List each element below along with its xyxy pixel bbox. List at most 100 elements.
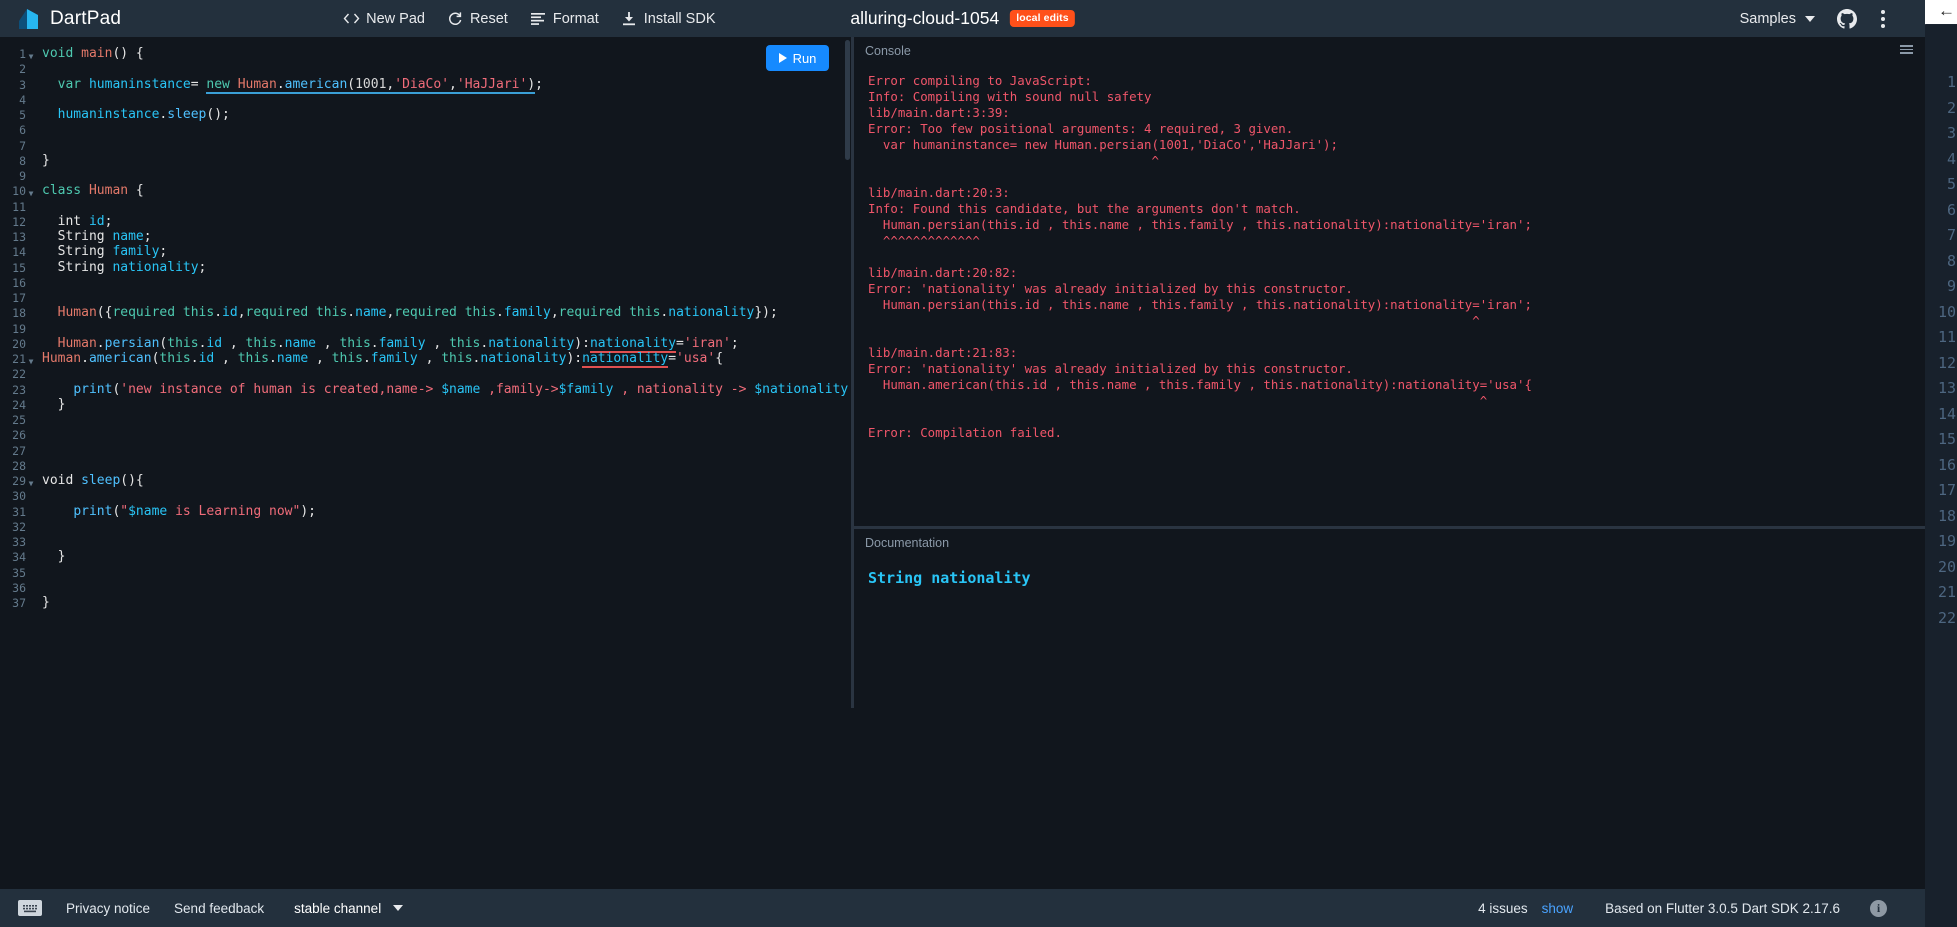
privacy-notice-link[interactable]: Privacy notice <box>66 901 150 916</box>
line-number: 28 <box>12 458 26 473</box>
code-text: String family; <box>42 244 168 260</box>
github-icon[interactable] <box>1837 8 1857 29</box>
code-line[interactable]: 16 <box>0 275 851 290</box>
line-number: 25 <box>12 413 26 427</box>
line-number: 29 <box>12 474 26 488</box>
code-line[interactable]: 29 ▼ void sleep(){ <box>0 473 851 488</box>
line-number: 37 <box>12 596 26 610</box>
code-line[interactable]: 34 } <box>0 549 851 564</box>
code-line[interactable]: 25 <box>0 412 851 427</box>
code-text: class Human { <box>42 183 144 199</box>
run-button[interactable]: Run <box>766 45 829 71</box>
code-line[interactable]: 4 <box>0 92 851 107</box>
show-issues-link[interactable]: show <box>1542 901 1574 916</box>
code-line[interactable]: 22 <box>0 366 851 381</box>
code-line[interactable]: 30 <box>0 488 851 503</box>
code-line[interactable]: 27 <box>0 443 851 458</box>
back-arrow-icon[interactable]: ← <box>1938 2 1955 19</box>
dart-logo-icon <box>18 7 40 31</box>
line-number: 19 <box>12 321 26 336</box>
keyboard-icon[interactable] <box>18 900 42 916</box>
line-number: 3 <box>19 77 26 92</box>
code-line[interactable]: 17 <box>0 290 851 305</box>
overlay-line-number: 6 <box>1946 200 1956 219</box>
code-line[interactable]: 28 <box>0 458 851 473</box>
code-line[interactable]: 18 Human({required this.id,required this… <box>0 305 851 320</box>
code-line[interactable]: 12 int id; <box>0 214 851 229</box>
overlay-line-number: 19 <box>1937 532 1956 550</box>
new-pad-button[interactable]: New Pad <box>343 10 425 27</box>
code-line[interactable]: 21 ▼ Human.american(this.id , this.name , … <box>0 351 851 368</box>
code-editor[interactable]: 1 ▼ void main() {2 3 var humaninstance= new… <box>0 37 851 708</box>
code-line[interactable]: 26 <box>0 427 851 442</box>
code-line[interactable]: 3 var humaninstance= new Human.american(… <box>0 76 851 94</box>
console-header: Console <box>854 37 1925 65</box>
format-button[interactable]: Format <box>530 10 599 27</box>
code-line[interactable]: 31 print("$name is Learning now"); <box>0 504 851 519</box>
code-line[interactable]: 23 print('new instance of human is creat… <box>0 382 851 397</box>
pad-title-area: alluring-cloud-1054 local edits <box>850 8 1075 29</box>
code-line[interactable]: 10 ▼ class Human { <box>0 183 851 198</box>
code-line[interactable]: 5 humaninstance.sleep(); <box>0 107 851 122</box>
samples-dropdown[interactable]: Samples <box>1740 11 1815 27</box>
line-number: 5 <box>19 108 26 122</box>
install-sdk-button[interactable]: Install SDK <box>621 10 716 27</box>
code-line[interactable]: 14 String family; <box>0 244 851 259</box>
code-line[interactable]: 19 <box>0 321 851 336</box>
code-text: String name; <box>42 229 152 244</box>
code-line[interactable]: 2 <box>0 61 851 76</box>
code-line[interactable]: 9 <box>0 168 851 183</box>
send-feedback-link[interactable]: Send feedback <box>174 901 264 916</box>
editor-scrollbar[interactable] <box>845 40 850 160</box>
code-line[interactable]: 35 <box>0 565 851 580</box>
reset-button[interactable]: Reset <box>447 10 508 27</box>
header-right: Samples <box>1740 8 1887 30</box>
fold-arrow-icon[interactable]: ▼ <box>26 46 36 61</box>
overlay-line-number: 5 <box>1946 175 1956 193</box>
code-line[interactable]: 32 <box>0 519 851 534</box>
code-line[interactable]: 7 <box>0 138 851 153</box>
channel-dropdown[interactable]: stable channel <box>294 901 404 916</box>
code-line[interactable]: 33 <box>0 534 851 549</box>
code-line[interactable]: 20 Human.persian(this.id , this.name , t… <box>0 335 851 353</box>
code-line[interactable]: 1 ▼ void main() { <box>0 46 851 61</box>
code-lines[interactable]: 1 ▼ void main() {2 3 var humaninstance= new… <box>0 37 851 610</box>
code-line[interactable]: 24 } <box>0 397 851 412</box>
brand: DartPad <box>18 7 121 31</box>
code-line[interactable]: 36 <box>0 580 851 595</box>
code-line[interactable]: 6 <box>0 122 851 137</box>
fold-arrow-icon[interactable]: ▼ <box>26 183 36 198</box>
line-number: 8 <box>19 153 26 168</box>
code-line[interactable]: 11 <box>0 199 851 214</box>
fold-arrow-icon[interactable]: ▼ <box>26 473 36 488</box>
code-brackets-icon <box>343 10 360 27</box>
info-icon[interactable]: i <box>1870 899 1887 917</box>
code-line[interactable]: 13 String name; <box>0 229 851 244</box>
kebab-menu-icon[interactable] <box>1879 8 1887 30</box>
code-line[interactable]: 37} <box>0 595 851 610</box>
chevron-down-icon <box>393 905 404 911</box>
local-edits-badge: local edits <box>1010 10 1075 27</box>
code-line[interactable]: 8} <box>0 153 851 168</box>
fold-arrow-icon[interactable]: ▼ <box>26 351 36 366</box>
code-line[interactable]: 15 String nationality; <box>0 260 851 275</box>
line-number: 9 <box>19 169 26 183</box>
console-menu-icon[interactable] <box>1900 45 1913 54</box>
line-number: 11 <box>12 199 26 214</box>
